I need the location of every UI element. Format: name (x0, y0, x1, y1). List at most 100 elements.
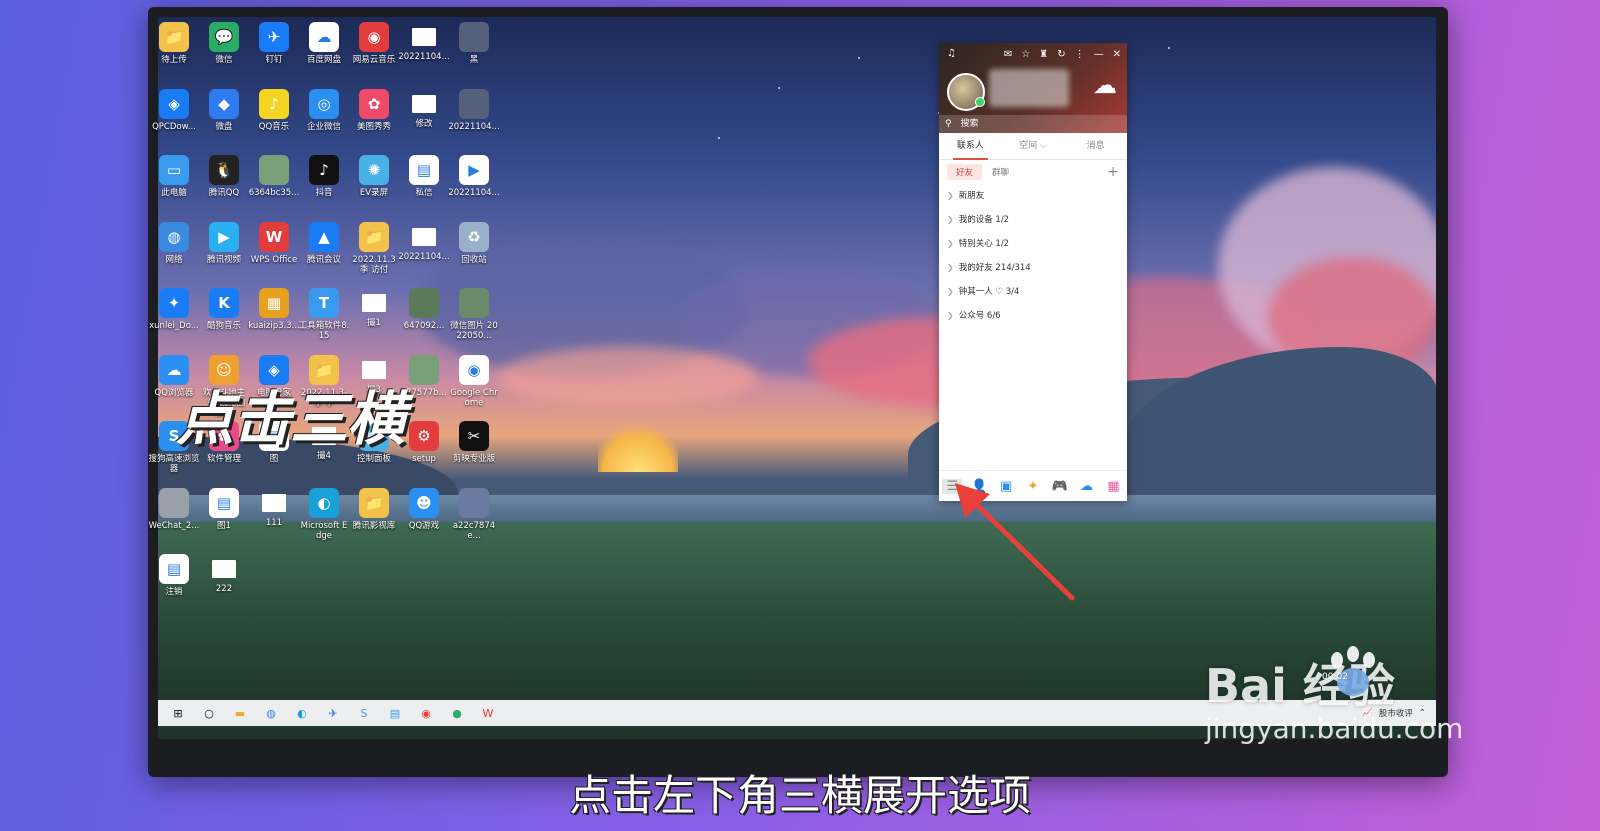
desktop-app-icon: ☁ (309, 22, 339, 52)
wps-icon[interactable]: W (477, 704, 499, 722)
desktop-icon[interactable]: ▶ 腾讯视频 (198, 221, 250, 265)
desktop-icon-label: 注销 (165, 587, 183, 597)
desktop-icon[interactable]: ✦ xunlei_Do... (148, 288, 200, 331)
desktop-icon[interactable]: W WPS Office (248, 221, 300, 265)
search-icon[interactable]: ○ (198, 704, 220, 722)
desktop-icon[interactable]: 修改 (398, 89, 450, 129)
online-status-icon[interactable] (975, 97, 985, 107)
desktop-icon[interactable]: 📁 待上传 (148, 22, 200, 65)
shirt-icon[interactable]: ♜ (1039, 49, 1048, 60)
netease-music-icon[interactable]: ◉ (415, 704, 437, 722)
desktop-icon[interactable]: ♪ QQ音乐 (248, 88, 300, 132)
desktop-icon[interactable]: ♪ 抖音 (298, 155, 350, 198)
desktop-icon[interactable]: ▤ 私信 (398, 155, 450, 198)
desktop-icon-label: 20221104... (398, 251, 450, 262)
contact-group[interactable]: ❯ 我的设备 1/2 (939, 208, 1127, 232)
contact-group[interactable]: ❯ 我的好友 214/314 (939, 256, 1127, 280)
desktop-icon[interactable]: 撮1 (348, 288, 400, 328)
desktop-icon[interactable]: ✺ EV录屏 (348, 155, 400, 198)
desktop-icon-label: 美图秀秀 (356, 121, 391, 132)
close-icon[interactable]: ✕ (1113, 49, 1121, 60)
desktop-icon[interactable]: ▲ 腾讯会议 (298, 221, 350, 265)
desktop-icon[interactable]: ▤ 注销 (148, 554, 200, 597)
desktop-icon[interactable]: ◈ QPCDow... (148, 88, 200, 132)
add-icon[interactable]: + (1107, 164, 1119, 180)
desktop-icon[interactable]: 222 (198, 554, 250, 594)
desktop-icon[interactable]: a22c7874e... (448, 487, 500, 541)
desktop-icon[interactable]: ◉ 网易云音乐 (348, 22, 400, 65)
chevron-right-icon: ❯ (947, 263, 954, 272)
desktop-icon[interactable]: 6364bc35... (248, 155, 300, 198)
minimize-icon[interactable]: — (1094, 49, 1104, 60)
tab-space[interactable]: 空间 ⌵ (1002, 133, 1065, 159)
desktop-icon[interactable]: 黑 (448, 22, 500, 65)
desktop-icon[interactable]: ◆ 微盘 (198, 88, 250, 132)
contact-group[interactable]: ❯ 新朋友 (939, 184, 1127, 208)
windows-start-icon[interactable]: ⊞ (167, 704, 189, 722)
chevron-right-icon: ❯ (947, 239, 954, 248)
desktop-icon-label: 20221104... (448, 188, 500, 198)
subtab-friends[interactable]: 好友 (947, 164, 983, 180)
contact-group[interactable]: ❯ 钟其一人 ♡ 3/4 (939, 280, 1127, 304)
subtab-groups[interactable]: 群聊 (982, 164, 1019, 180)
wechat-icon[interactable]: ● (446, 704, 468, 722)
desktop-icon[interactable]: T 工具箱软件8.15 (298, 288, 350, 341)
app-icon[interactable]: S (353, 704, 375, 722)
desktop-icon[interactable]: ▶ 20221104... (448, 155, 500, 198)
edge-icon[interactable]: ◐ (291, 704, 313, 722)
contact-group[interactable]: ❯ 特别关心 1/2 (939, 232, 1127, 256)
desktop-icon[interactable]: 111 (248, 488, 300, 528)
tab-messages[interactable]: 消息 (1064, 133, 1127, 159)
search-placeholder: 搜索 (960, 119, 979, 129)
file-explorer-icon[interactable]: ▬ (229, 704, 251, 722)
desktop-icon[interactable]: ✿ 美图秀秀 (348, 88, 400, 132)
bell-icon[interactable]: ♫ (947, 48, 956, 59)
desktop-icon[interactable]: WeChat_2... (148, 487, 200, 531)
tool-icon[interactable]: ▤ (384, 704, 406, 722)
desktop-app-icon (459, 487, 489, 518)
desktop-icon[interactable]: 📁 腾讯影视库 (348, 487, 400, 531)
desktop-app-icon: ♪ (259, 88, 289, 119)
desktop-icon-label: WPS Office (250, 254, 298, 265)
desktop-icon[interactable]: ⚙ setup (398, 421, 450, 464)
search-input[interactable]: ⚲ 搜索 (939, 115, 1127, 133)
star-icon[interactable]: ☆ (1021, 49, 1030, 60)
desktop-icon[interactable]: ◐ Microsoft Edge (298, 487, 350, 541)
desktop-icon[interactable]: ◎ 企业微信 (298, 88, 350, 132)
mail-icon[interactable]: ✉ (1004, 49, 1012, 60)
desktop-icon[interactable]: 20221104... (398, 22, 450, 62)
desktop-icon[interactable]: 🐧 腾讯QQ (198, 155, 250, 198)
desktop-icon[interactable]: ✈ 钉钉 (248, 22, 300, 65)
desktop-icon[interactable]: ☻ QQ游戏 (398, 487, 450, 531)
desktop-icon[interactable]: ▤ 图1 (198, 487, 250, 531)
weather-icon[interactable]: ☁ (1093, 71, 1117, 99)
desktop-icon[interactable]: 📁 2022.11.3 季 访付 (348, 221, 400, 275)
desktop-icon[interactable]: 647092... (398, 288, 450, 331)
desktop-icon[interactable]: 20221104... (398, 222, 450, 262)
desktop-icon[interactable]: ✂ 剪映专业版 (448, 421, 500, 464)
desktop-icon-label: Microsoft Edge (300, 520, 348, 541)
desktop-icon[interactable]: ▭ 此电脑 (148, 155, 200, 198)
desktop-icon[interactable]: 微信图片 2022050... (448, 288, 500, 341)
desktop-icon[interactable]: ▦ kuaizip3.3... (248, 288, 300, 331)
more-icon[interactable]: ⋮ (1075, 49, 1085, 60)
desktop-icon-label: 腾讯QQ (208, 188, 240, 198)
apps-grid-icon[interactable]: ▦ (1103, 479, 1123, 494)
desktop-icon-label: 222 (215, 584, 233, 594)
feishu-icon[interactable]: ✈ (322, 704, 344, 722)
desktop-icon[interactable]: 💬 微信 (198, 22, 250, 65)
contact-group[interactable]: ❯ 公众号 6/6 (939, 304, 1127, 328)
desktop-icon[interactable]: K 酷狗音乐 (198, 288, 250, 331)
desktop-icon[interactable]: ◍ 网络 (148, 221, 200, 265)
desktop-icon-label: 搜狗高速浏览器 (148, 454, 200, 474)
tab-contacts[interactable]: 联系人 (939, 133, 1002, 160)
desktop-app-icon: ▤ (209, 487, 239, 518)
desktop-icon[interactable]: ◉ Google Chrome (448, 354, 500, 408)
browser-icon[interactable]: ◍ (260, 704, 282, 722)
desktop-icon[interactable]: c77577b... (398, 354, 450, 398)
desktop-icon[interactable]: ☁ 百度网盘 (298, 22, 350, 65)
desktop-icon[interactable]: ♻ 回收站 (448, 221, 500, 265)
desktop-icon[interactable]: 20221104... (448, 88, 500, 132)
refresh-icon[interactable]: ↻ (1057, 49, 1065, 60)
desktop-app-icon (159, 487, 189, 518)
